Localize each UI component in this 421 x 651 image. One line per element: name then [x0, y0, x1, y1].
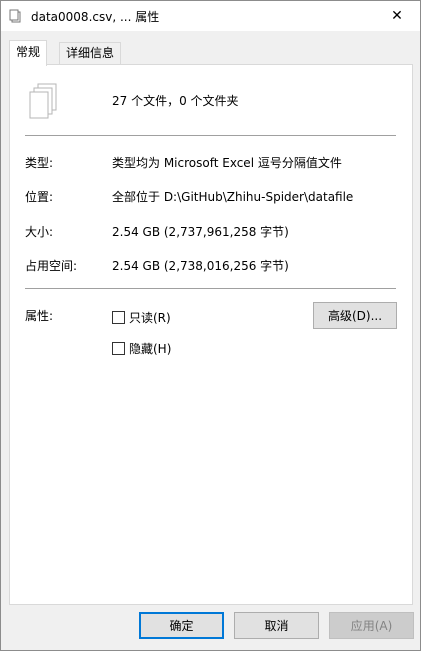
size-label: 大小: [25, 225, 54, 239]
tab-details[interactable]: 详细信息 [59, 42, 122, 64]
divider [25, 135, 396, 136]
multiple-files-icon [29, 83, 57, 119]
hidden-checkbox-box[interactable] [112, 342, 125, 355]
tab-general[interactable]: 常规 [9, 40, 48, 66]
location-value: 全部位于 D:\GitHub\Zhihu-Spider\datafile [112, 190, 354, 204]
advanced-button-label: 高级(D)... [327, 309, 383, 323]
window-title: data0008.csv, ... 属性 [31, 10, 160, 24]
readonly-checkbox-label: 只读(R) [129, 311, 171, 325]
document-icon [9, 9, 21, 23]
apply-button[interactable]: 应用(A) [329, 612, 414, 639]
tab-general-label: 常规 [16, 45, 41, 59]
location-label: 位置: [25, 190, 54, 204]
disk-size-label: 占用空间: [25, 259, 78, 273]
close-icon: ✕ [391, 8, 403, 24]
close-button[interactable]: ✕ [374, 1, 420, 31]
hidden-checkbox-label: 隐藏(H) [129, 342, 172, 356]
general-panel: 27 个文件，0 个文件夹 类型: 类型均为 Microsoft Excel 逗… [9, 64, 413, 605]
disk-size-value: 2.54 GB (2,738,016,256 字节) [112, 259, 289, 273]
readonly-checkbox-box[interactable] [112, 311, 125, 324]
tab-details-label: 详细信息 [66, 46, 115, 60]
hidden-checkbox[interactable]: 隐藏(H) [112, 340, 171, 357]
ok-button-label: 确定 [169, 619, 194, 633]
cancel-button[interactable]: 取消 [234, 612, 319, 639]
title-bar[interactable]: data0008.csv, ... 属性 ✕ [1, 1, 420, 31]
apply-button-label: 应用(A) [350, 619, 393, 633]
advanced-button[interactable]: 高级(D)... [313, 302, 397, 329]
cancel-button-label: 取消 [264, 619, 289, 633]
divider [25, 288, 396, 289]
type-value: 类型均为 Microsoft Excel 逗号分隔值文件 [112, 156, 342, 170]
type-label: 类型: [25, 156, 54, 170]
attributes-label: 属性: [25, 309, 54, 323]
properties-dialog: data0008.csv, ... 属性 ✕ 常规 详细信息 27 个文件，0 … [0, 0, 421, 651]
ok-button[interactable]: 确定 [139, 612, 224, 639]
file-count-summary: 27 个文件，0 个文件夹 [112, 94, 239, 108]
readonly-checkbox[interactable]: 只读(R) [112, 309, 171, 326]
size-value: 2.54 GB (2,737,961,258 字节) [112, 225, 289, 239]
